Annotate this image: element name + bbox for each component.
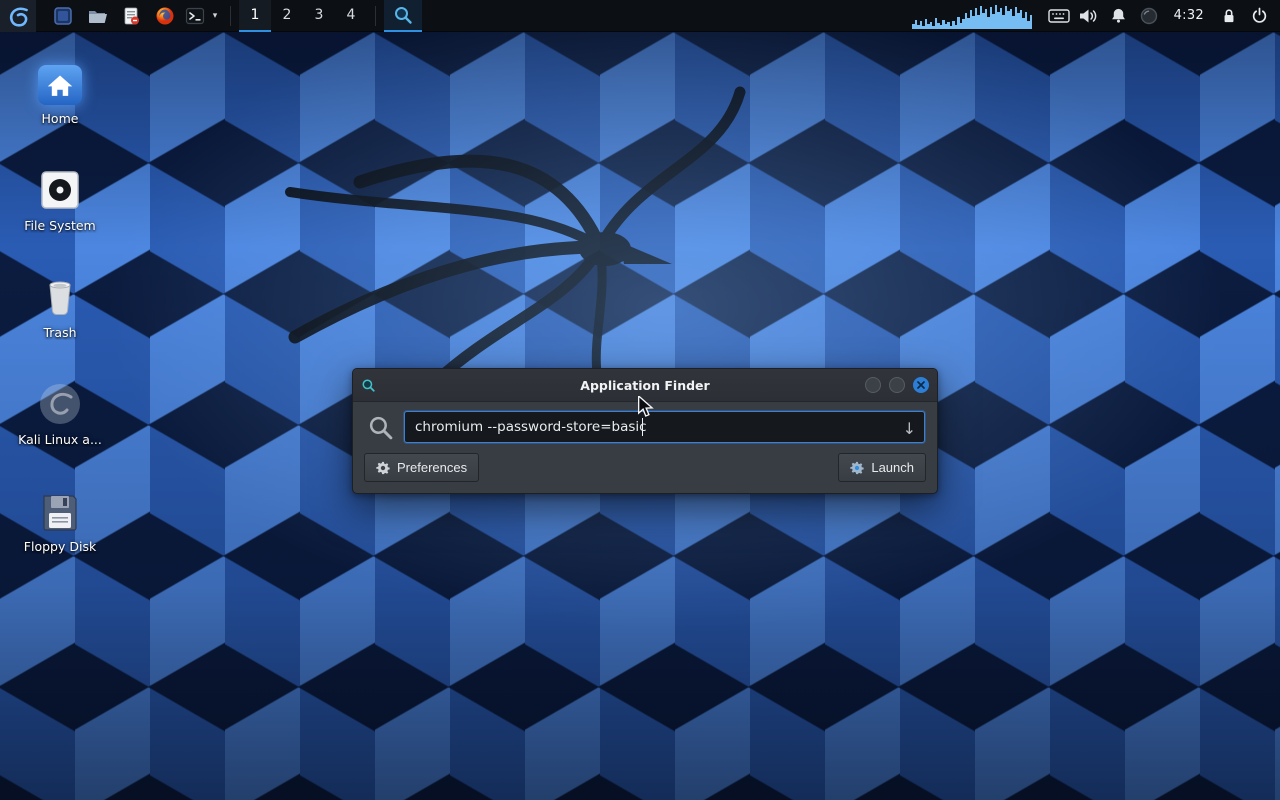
bell-icon — [1110, 7, 1127, 24]
appfinder-search-input[interactable] — [404, 411, 925, 443]
volume-control[interactable] — [1074, 0, 1104, 32]
desktop-icon-home[interactable]: Home — [10, 53, 110, 126]
floppy-icon — [39, 491, 81, 533]
status-indicator[interactable] — [1134, 0, 1164, 32]
filesystem-icon — [38, 168, 82, 212]
keyboard-icon — [1048, 8, 1070, 24]
logout-button[interactable] — [1244, 0, 1274, 32]
top-panel: ▾ 1 2 3 4 — [0, 0, 1280, 32]
kali-docs-icon — [38, 382, 82, 426]
kali-menu-icon — [6, 4, 30, 28]
launcher-firefox[interactable] — [148, 0, 182, 32]
launcher-window-app[interactable] — [46, 0, 80, 32]
gear-icon — [376, 461, 390, 475]
mouse-cursor — [636, 396, 656, 418]
launcher-text-editor[interactable] — [114, 0, 148, 32]
text-editor-icon — [121, 6, 141, 26]
audio-spectrum-visualizer — [910, 3, 1034, 29]
notifications-indicator[interactable] — [1104, 0, 1134, 32]
panel-separator — [230, 6, 231, 26]
minimize-button[interactable] — [865, 377, 881, 393]
search-icon — [367, 414, 394, 441]
trash-icon — [38, 275, 82, 319]
workspace-1[interactable]: 1 — [239, 0, 271, 32]
terminal-dropdown-caret[interactable]: ▾ — [208, 0, 222, 32]
desktop-icon-label: Kali Linux a... — [10, 432, 110, 447]
launcher-file-manager[interactable] — [80, 0, 114, 32]
launch-label: Launch — [871, 460, 914, 475]
entry-dropdown-icon[interactable]: ↓ — [903, 419, 916, 438]
desktop-icon-label: File System — [10, 218, 110, 233]
window-title: Application Finder — [353, 378, 937, 393]
taskbar-application-finder[interactable] — [384, 0, 422, 32]
desktop-icon-label: Trash — [10, 325, 110, 340]
panel-clock[interactable]: 4:32 — [1164, 8, 1214, 23]
desktop-icon-kali-docs[interactable]: Kali Linux a... — [10, 374, 110, 447]
text-caret — [642, 418, 643, 436]
launch-button[interactable]: Launch — [838, 453, 926, 482]
application-finder-window: Application Finder ↓ Preference — [352, 368, 938, 494]
maximize-button[interactable] — [889, 377, 905, 393]
application-finder-icon — [361, 378, 376, 393]
home-icon — [38, 65, 82, 105]
applications-menu-button[interactable] — [0, 0, 36, 32]
close-icon — [917, 381, 925, 389]
desktop-icon-floppy[interactable]: Floppy Disk — [10, 481, 110, 554]
application-finder-task-icon — [393, 5, 413, 25]
volume-icon — [1079, 8, 1098, 24]
file-manager-icon — [87, 6, 107, 26]
desktop-icon-trash[interactable]: Trash — [10, 267, 110, 340]
launcher-terminal[interactable] — [182, 0, 208, 32]
preferences-button[interactable]: Preferences — [364, 453, 479, 482]
keyboard-layout-indicator[interactable] — [1044, 0, 1074, 32]
status-icon — [1140, 7, 1158, 25]
workspace-2[interactable]: 2 — [271, 0, 303, 32]
desktop-icon-label: Home — [10, 111, 110, 126]
workspace-3[interactable]: 3 — [303, 0, 335, 32]
lock-icon — [1221, 7, 1237, 24]
firefox-icon — [155, 6, 175, 26]
screen-lock-indicator[interactable] — [1214, 0, 1244, 32]
terminal-icon — [185, 6, 205, 26]
desktop-icon-filesystem[interactable]: File System — [10, 160, 110, 233]
close-button[interactable] — [913, 377, 929, 393]
execute-icon — [850, 461, 864, 475]
desktop-icon-label: Floppy Disk — [10, 539, 110, 554]
window-app-icon — [53, 6, 73, 26]
preferences-label: Preferences — [397, 460, 467, 475]
workspace-4[interactable]: 4 — [335, 0, 367, 32]
power-icon — [1251, 7, 1268, 24]
panel-separator — [375, 6, 376, 26]
